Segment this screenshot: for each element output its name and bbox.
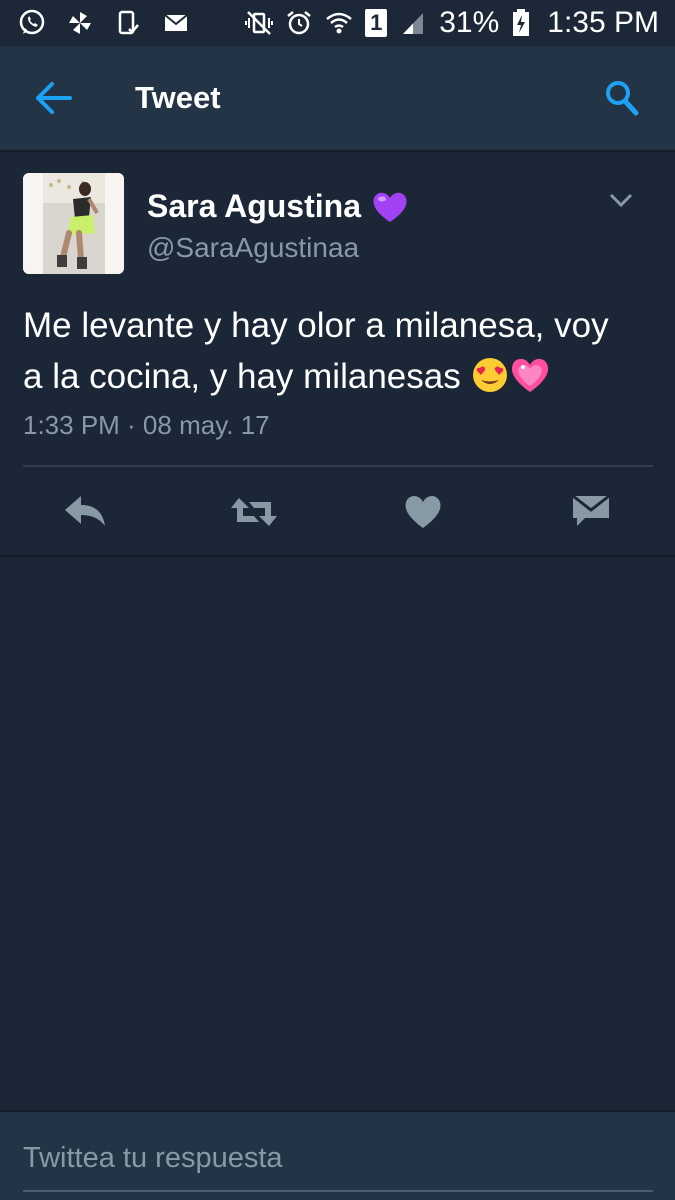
reply-icon[interactable] <box>63 492 107 532</box>
reply-bar: Twittea tu respuesta <box>0 1110 675 1200</box>
sim-label: 1 <box>370 10 383 35</box>
display-name[interactable]: Sara Agustina <box>147 188 409 225</box>
tweet-text-line-2: a la cocina, y hay milanesas <box>23 357 461 396</box>
alarm-icon <box>287 11 311 35</box>
purple-heart-icon <box>373 192 407 222</box>
search-icon[interactable] <box>604 78 640 118</box>
like-icon[interactable] <box>403 492 443 532</box>
avatar[interactable] <box>23 173 124 274</box>
tweet-text: Me levante y hay olor a milanesa, voy a … <box>23 300 653 402</box>
battery-charging-icon <box>513 9 530 36</box>
signal-icon <box>403 13 424 34</box>
page-title: Tweet <box>135 80 221 115</box>
app-bar: Tweet <box>0 46 675 152</box>
avatar-photo <box>23 173 124 274</box>
wifi-icon <box>326 12 353 34</box>
reply-input[interactable]: Twittea tu respuesta <box>23 1140 653 1192</box>
sparkling-heart-emoji <box>512 358 549 392</box>
heart-eyes-emoji <box>473 358 508 392</box>
status-bar: 1 31% 1:35 PM <box>0 0 675 46</box>
user-handle[interactable]: @SaraAgustinaa <box>147 232 359 264</box>
display-name-text: Sara Agustina <box>147 188 361 224</box>
tweet-detail: Sara Agustina @SaraAgustinaa Me levante … <box>0 152 675 557</box>
tweet-text-line-1: Me levante y hay olor a milanesa, voy <box>23 306 609 345</box>
direct-message-icon[interactable] <box>571 492 611 532</box>
battery-percent: 31% <box>439 6 500 39</box>
retweet-icon[interactable] <box>229 492 279 532</box>
status-bar-right: 1 31% 1:35 PM <box>245 6 659 40</box>
mail-icon <box>164 14 188 31</box>
pinwheel-icon <box>69 12 91 34</box>
divider <box>23 465 653 467</box>
tweet-timestamp: 1:33 PM · 08 may. 17 <box>23 410 270 440</box>
sim-1-icon: 1 <box>365 9 388 37</box>
vibrate-mute-icon <box>245 11 274 35</box>
chevron-down-icon[interactable] <box>608 190 634 210</box>
whatsapp-icon <box>19 9 45 35</box>
clock: 1:35 PM <box>547 6 659 39</box>
back-arrow-icon[interactable] <box>34 80 74 116</box>
status-bar-left <box>18 9 190 37</box>
phone-check-icon <box>118 10 139 35</box>
